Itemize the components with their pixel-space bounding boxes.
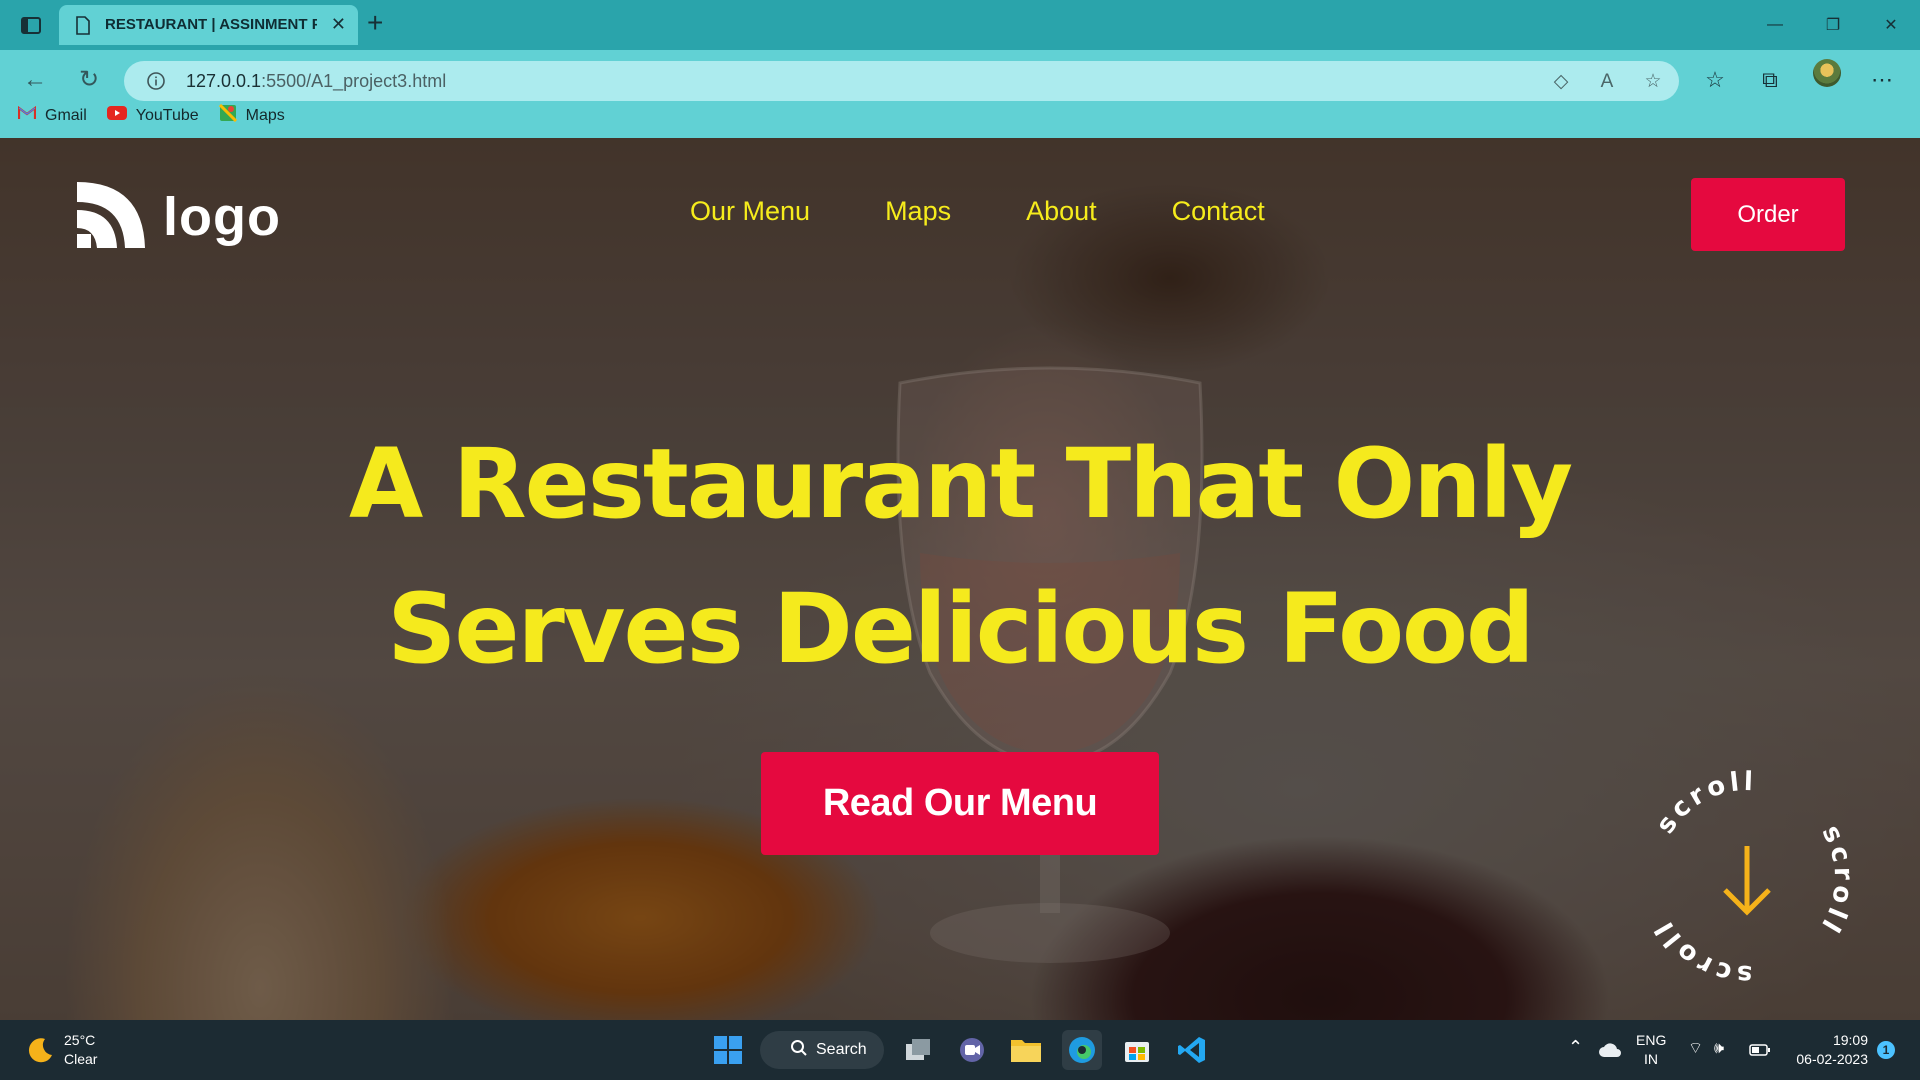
search-label: Search — [816, 1041, 867, 1058]
favorites-icon[interactable]: ☆ — [1698, 63, 1732, 97]
gmail-icon — [17, 105, 37, 125]
browser-toolbar: ← ↻ 127.0.0.1:5500/A1_project3.html ◇ A … — [0, 50, 1920, 146]
taskbar: 25°C Clear Search ⌃ ENG IN ⌔ 🕪 19:09 06-… — [0, 1020, 1920, 1080]
clock-time[interactable]: 19:09 — [1828, 1031, 1868, 1049]
active-tab[interactable]: RESTAURANT | ASSINMENT PROJECT ✕ — [59, 5, 358, 45]
restore-icon[interactable]: ❐ — [1804, 0, 1862, 50]
youtube-icon — [106, 106, 127, 125]
logo-text: logo — [163, 186, 281, 247]
more-icon[interactable]: ⋯ — [1865, 63, 1899, 97]
onedrive-icon[interactable] — [1590, 1030, 1630, 1070]
hero-section: logo Our Menu Maps About Contact Order A… — [0, 138, 1920, 1020]
bookmark-maps[interactable]: Maps — [218, 103, 285, 127]
svg-text:scroll: scroll — [1813, 821, 1858, 941]
scroll-text-1: scroll — [1651, 767, 1754, 840]
nav-contact[interactable]: Contact — [1172, 196, 1265, 227]
battery-icon[interactable] — [1740, 1030, 1780, 1070]
close-window-icon[interactable]: ✕ — [1862, 0, 1920, 50]
site-logo[interactable]: logo — [73, 178, 281, 255]
back-icon[interactable]: ← — [18, 63, 52, 97]
bookmark-youtube[interactable]: YouTube — [106, 104, 199, 127]
main-nav: Our Menu Maps About Contact — [690, 196, 1340, 227]
site-info-icon[interactable] — [146, 71, 166, 96]
address-bar[interactable]: 127.0.0.1:5500/A1_project3.html ◇ A ☆ — [124, 61, 1679, 101]
scroll-arrow-icon — [1723, 846, 1771, 916]
file-explorer-icon[interactable] — [1006, 1030, 1046, 1070]
title-bar: RESTAURANT | ASSINMENT PROJECT ✕ + — ❐ ✕ — [0, 0, 1920, 50]
svg-text:scroll: scroll — [1648, 913, 1753, 989]
clock-date[interactable]: 06-02-2023 — [1788, 1050, 1868, 1068]
svg-text:scroll: scroll — [1651, 767, 1758, 840]
read-aloud-icon[interactable]: A — [1595, 70, 1619, 94]
hero-title-line-2: Serves Delicious Food — [387, 573, 1534, 685]
bookmarks-bar: Gmail YouTube Maps — [17, 103, 285, 127]
minimize-icon[interactable]: — — [1746, 0, 1804, 50]
scroll-indicator[interactable]: scroll scroll scroll — [1627, 758, 1867, 998]
nav-maps[interactable]: Maps — [885, 196, 951, 227]
nav-about[interactable]: About — [1026, 196, 1097, 227]
new-tab-icon[interactable]: + — [367, 8, 383, 38]
add-favorite-icon[interactable]: ☆ — [1641, 70, 1665, 94]
show-hidden-icons-icon[interactable]: ⌃ — [1568, 1038, 1583, 1056]
close-tab-icon[interactable]: ✕ — [331, 14, 346, 35]
task-view-icon[interactable] — [898, 1030, 938, 1070]
teams-chat-icon[interactable] — [952, 1030, 992, 1070]
search-icon — [790, 1039, 808, 1062]
bookmark-gmail[interactable]: Gmail — [17, 104, 87, 127]
scroll-text-3: scroll — [1648, 913, 1749, 989]
vscode-icon[interactable] — [1172, 1030, 1212, 1070]
hero-title-line-1: A Restaurant That Only — [348, 428, 1573, 540]
wifi-icon[interactable]: ⌔ — [1688, 1040, 1703, 1058]
tab-title: RESTAURANT | ASSINMENT PROJECT — [105, 16, 317, 33]
taskbar-search[interactable]: Search — [760, 1031, 884, 1069]
moon-weather-icon[interactable] — [20, 1030, 60, 1070]
order-button[interactable]: Order — [1691, 178, 1845, 251]
refresh-icon[interactable]: ↻ — [72, 63, 106, 97]
page-icon — [75, 16, 91, 40]
language-bottom[interactable]: IN — [1644, 1050, 1658, 1068]
scroll-text-2: scroll — [1813, 821, 1854, 941]
tag-icon[interactable]: ◇ — [1549, 70, 1573, 94]
volume-icon[interactable]: 🕪 — [1714, 1040, 1724, 1058]
maps-icon — [218, 103, 237, 127]
url-text: 127.0.0.1:5500/A1_project3.html — [186, 71, 447, 91]
store-icon[interactable] — [1117, 1030, 1157, 1070]
profile-avatar[interactable] — [1813, 59, 1841, 87]
language-top[interactable]: ENG — [1636, 1031, 1666, 1049]
logo-icon — [73, 178, 149, 255]
read-menu-button[interactable]: Read Our Menu — [761, 752, 1159, 855]
notification-badge[interactable]: 1 — [1877, 1041, 1895, 1059]
windows-start-icon[interactable] — [708, 1030, 748, 1070]
weather-desc: Clear — [64, 1051, 98, 1067]
tab-actions-icon[interactable] — [18, 12, 44, 38]
weather-temp: 25°C — [64, 1032, 96, 1048]
nav-our-menu[interactable]: Our Menu — [690, 196, 810, 227]
edge-browser-icon[interactable] — [1062, 1030, 1102, 1070]
collections-icon[interactable]: ⧉ — [1753, 63, 1787, 97]
